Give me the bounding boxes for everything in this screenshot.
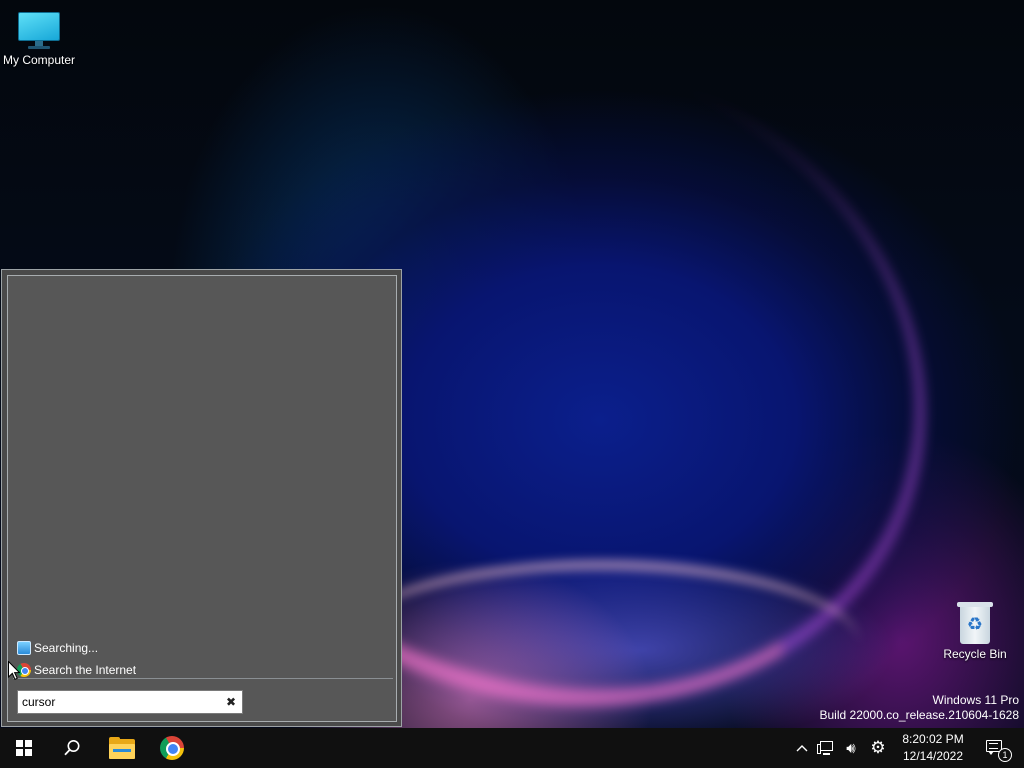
search-input[interactable] bbox=[18, 692, 222, 712]
clock-time: 8:20:02 PM bbox=[902, 732, 964, 746]
windows-logo-icon bbox=[16, 740, 32, 756]
notification-count-badge: 1 bbox=[998, 748, 1012, 762]
result-label: Searching... bbox=[34, 641, 99, 655]
file-explorer-button[interactable] bbox=[98, 728, 146, 768]
result-label: Search the Internet bbox=[34, 663, 137, 677]
wallpaper-glow bbox=[340, 560, 860, 728]
chrome-icon bbox=[160, 736, 184, 760]
volume-icon: 🔊︎ bbox=[846, 739, 856, 757]
taskbar-search-button[interactable] bbox=[48, 728, 96, 768]
clock-date: 12/14/2022 bbox=[902, 749, 964, 763]
desktop-icon-label: Recycle Bin bbox=[943, 647, 1007, 661]
volume-button[interactable]: 🔊︎ bbox=[840, 728, 862, 768]
close-icon[interactable]: ✖ bbox=[222, 693, 240, 711]
chrome-button[interactable] bbox=[148, 728, 196, 768]
network-button[interactable] bbox=[815, 728, 837, 768]
folder-icon bbox=[109, 737, 135, 759]
mouse-pointer-icon bbox=[8, 661, 20, 680]
monitor-icon bbox=[18, 10, 60, 50]
result-search-the-internet[interactable]: Search the Internet bbox=[17, 661, 136, 679]
settings-button[interactable]: ⚙ bbox=[866, 728, 890, 768]
network-icon bbox=[817, 740, 835, 756]
start-menu-results-panel: Searching... Search the Internet ✖ bbox=[7, 275, 397, 722]
show-hidden-icons-button[interactable] bbox=[792, 728, 812, 768]
clock[interactable]: 8:20:02 PM 12/14/2022 bbox=[894, 728, 972, 768]
search-progress-icon bbox=[17, 641, 31, 655]
start-search-box[interactable]: ✖ bbox=[17, 690, 243, 714]
search-icon bbox=[64, 740, 80, 756]
notification-center-button[interactable]: 1 bbox=[978, 728, 1012, 768]
watermark-edition: Windows 11 Pro bbox=[932, 693, 1019, 707]
recycle-bin-icon: ♻ bbox=[957, 602, 993, 644]
windows-build-watermark: Windows 11 Pro Build 22000.co_release.21… bbox=[820, 693, 1020, 723]
start-menu: Searching... Search the Internet ✖ bbox=[1, 269, 402, 727]
desktop-icon-my-computer[interactable]: My Computer bbox=[1, 10, 77, 67]
result-searching[interactable]: Searching... bbox=[17, 639, 98, 657]
divider bbox=[13, 678, 393, 679]
start-button[interactable] bbox=[0, 728, 48, 768]
chevron-up-icon bbox=[796, 745, 808, 752]
gear-icon: ⚙ bbox=[870, 738, 886, 758]
watermark-build: Build 22000.co_release.210604-1628 bbox=[819, 708, 1020, 722]
taskbar: 🔊︎ ⚙ 8:20:02 PM 12/14/2022 1 bbox=[0, 728, 1024, 768]
desktop-icon-label: My Computer bbox=[2, 53, 76, 67]
notification-center-icon: 1 bbox=[986, 740, 1012, 762]
desktop-icon-recycle-bin[interactable]: ♻ Recycle Bin bbox=[937, 602, 1013, 661]
